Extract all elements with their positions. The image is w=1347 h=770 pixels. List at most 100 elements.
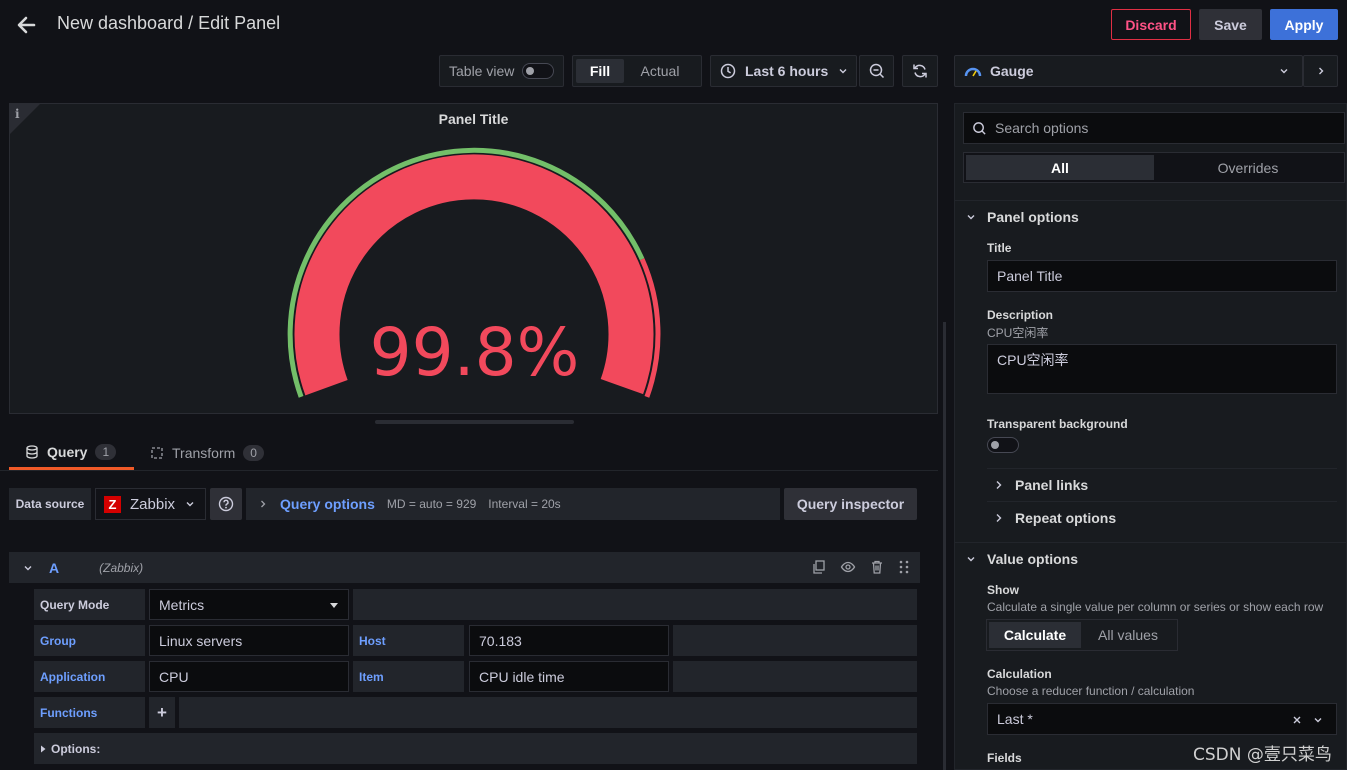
group-input[interactable]: Linux servers	[149, 625, 349, 656]
host-label: Host	[353, 625, 464, 656]
apply-button[interactable]: Apply	[1270, 9, 1338, 40]
table-view-switch[interactable]	[522, 63, 555, 79]
functions-label: Functions	[34, 697, 145, 728]
options-label: Options:	[51, 741, 101, 756]
clear-icon[interactable]	[1292, 715, 1302, 725]
divider	[954, 200, 1347, 201]
panel-options-header[interactable]: Panel options	[965, 209, 1079, 225]
datasource-name: Zabbix	[130, 495, 176, 513]
eye-icon[interactable]	[840, 559, 856, 575]
time-range-picker[interactable]: Last 6 hours	[710, 55, 857, 87]
query-datasource-name: (Zabbix)	[99, 560, 144, 575]
gauge-value: 99.8%	[369, 314, 580, 391]
chevron-right-icon	[1318, 67, 1323, 75]
transform-icon	[151, 447, 163, 459]
panel-preview: i Panel Title 99.8%	[9, 103, 938, 414]
chevron-down-icon	[1314, 718, 1322, 723]
tab-transform[interactable]: Transform 0	[150, 436, 264, 470]
tab-query-count: 1	[95, 443, 117, 460]
query-options[interactable]: Query options MD = auto = 929 Interval =…	[246, 488, 780, 520]
description-textarea[interactable]: CPU空闲率	[987, 344, 1337, 394]
chevron-down-icon[interactable]	[21, 562, 35, 574]
chevron-right-icon	[996, 514, 1002, 522]
panel-title-input[interactable]: Panel Title	[987, 260, 1337, 292]
panel-resize-handle[interactable]	[375, 420, 574, 424]
calculation-select[interactable]: Last *	[987, 703, 1337, 735]
search-options-input[interactable]: Search options	[963, 112, 1345, 144]
gauge-icon	[964, 67, 982, 77]
drag-handle-icon[interactable]	[898, 559, 910, 575]
show-radio-group: Calculate All values	[986, 619, 1178, 651]
actual-option[interactable]: Actual	[624, 59, 696, 83]
visualization-picker[interactable]: Gauge	[954, 55, 1303, 87]
description-hint: CPU空闲率	[987, 326, 1049, 340]
query-options-label: Query options	[280, 496, 375, 512]
datasource-help-button[interactable]	[210, 488, 242, 520]
tab-overrides[interactable]: Overrides	[1154, 155, 1342, 180]
pane-splitter[interactable]	[943, 322, 946, 770]
show-option-label: Show	[987, 583, 1019, 597]
duplicate-icon[interactable]	[811, 559, 827, 575]
refresh-button[interactable]	[902, 55, 938, 87]
calculation-label: Calculation	[987, 667, 1052, 681]
query-inspector-button[interactable]: Query inspector	[784, 488, 917, 520]
panel-links-section[interactable]: Panel links	[995, 477, 1088, 493]
description-option-label: Description	[987, 308, 1054, 322]
repeat-options-section[interactable]: Repeat options	[995, 510, 1116, 526]
calculate-option[interactable]: Calculate	[989, 622, 1081, 648]
application-label: Application	[34, 661, 145, 692]
all-values-option[interactable]: All values	[1081, 622, 1175, 648]
tab-transform-count: 0	[243, 445, 264, 461]
row-filler	[179, 697, 917, 728]
time-range-label: Last 6 hours	[745, 63, 829, 79]
discard-button[interactable]: Discard	[1111, 9, 1191, 40]
fields-label: Fields	[987, 751, 1022, 765]
zabbix-logo-icon: Z	[104, 495, 121, 513]
datasource-picker[interactable]: Z Zabbix	[95, 488, 206, 520]
panel-options-title: Panel options	[987, 209, 1079, 225]
max-data-points-info: MD = auto = 929	[386, 497, 477, 511]
save-button[interactable]: Save	[1199, 9, 1262, 40]
application-input[interactable]: CPU	[149, 661, 349, 692]
chevron-down-icon	[967, 215, 975, 220]
table-view-label: Table view	[449, 63, 515, 79]
repeat-options-label: Repeat options	[1015, 510, 1117, 526]
chevron-down-icon	[967, 557, 975, 562]
query-ref-id[interactable]: A	[49, 560, 59, 576]
row-filler	[673, 661, 917, 692]
add-function-button[interactable]: +	[149, 697, 175, 728]
chevron-down-icon	[1280, 69, 1288, 74]
trash-icon[interactable]	[869, 559, 885, 575]
item-input[interactable]: CPU idle time	[469, 661, 669, 692]
value-options-title: Value options	[987, 551, 1079, 567]
datasource-label: Data source	[9, 488, 91, 520]
page-title: New dashboard / Edit Panel	[57, 13, 281, 33]
query-mode-label: Query Mode	[34, 589, 145, 620]
interval-info: Interval = 20s	[488, 497, 561, 511]
caret-right-icon	[41, 745, 46, 752]
table-view-toggle[interactable]: Table view	[439, 55, 564, 87]
clock-icon	[720, 63, 736, 79]
query-row-header[interactable]: A (Zabbix)	[9, 552, 920, 583]
options-pane-toggle[interactable]	[1303, 55, 1338, 87]
tab-all[interactable]: All	[966, 155, 1154, 180]
zoom-out-button[interactable]	[859, 55, 894, 87]
options-tabs: All Overrides	[963, 152, 1345, 183]
tab-query-label: Query	[47, 443, 88, 460]
value-options-header[interactable]: Value options	[965, 551, 1078, 567]
divider	[954, 542, 1347, 543]
calculation-desc: Choose a reducer function / calculation	[987, 684, 1195, 698]
options-toggle[interactable]: Options:	[34, 733, 917, 764]
query-mode-value: Metrics	[159, 596, 205, 613]
transparent-bg-switch[interactable]	[987, 437, 1019, 453]
divider	[987, 501, 1337, 502]
tab-transform-label: Transform	[172, 445, 236, 461]
zoom-out-icon	[869, 63, 884, 79]
visualization-label: Gauge	[990, 63, 1034, 79]
query-mode-select[interactable]: Metrics	[149, 589, 349, 620]
tab-query[interactable]: Query 1	[9, 436, 134, 470]
host-input[interactable]: 70.183	[469, 625, 669, 656]
fill-option[interactable]: Fill	[576, 59, 624, 83]
back-arrow-icon[interactable]	[14, 12, 40, 38]
chevron-down-icon	[186, 502, 194, 507]
